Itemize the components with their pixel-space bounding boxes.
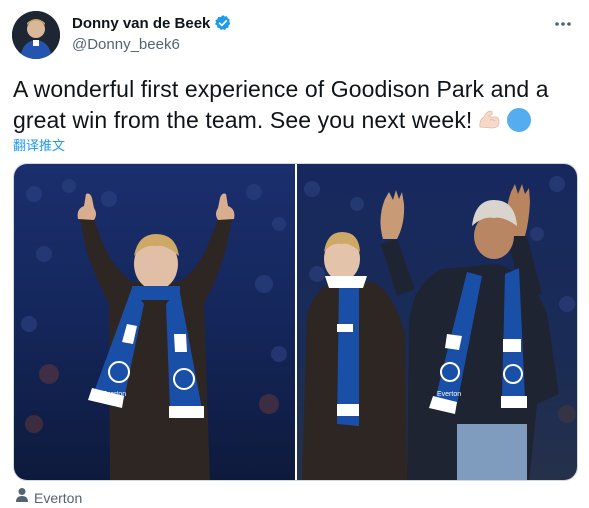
author-name-row[interactable]: Donny van de Beek [72, 14, 232, 32]
tweet-text: A wonderful first experience of Goodison… [13, 74, 573, 141]
location[interactable]: Everton [15, 487, 82, 508]
location-label[interactable]: Everton [34, 490, 82, 506]
person-icon [15, 487, 29, 508]
tweet-body: A wonderful first experience of Goodison… [13, 76, 549, 133]
avatar[interactable] [12, 11, 60, 59]
translate-link[interactable]: 翻译推文 [13, 135, 65, 154]
flexed-biceps-emoji-icon [476, 107, 502, 141]
media-grid: Everton Everton [13, 163, 578, 481]
author-display-name[interactable]: Donny van de Beek [72, 15, 210, 32]
photo-2[interactable]: Everton [296, 164, 577, 480]
photo-1[interactable]: Everton [14, 164, 295, 480]
verified-badge-icon [214, 14, 232, 32]
scarf-text-2: Everton [437, 391, 461, 398]
author-handle[interactable]: @Donny_beek6 [72, 36, 180, 53]
blue-circle-emoji-icon [506, 107, 532, 141]
scarf-text-1: Everton [102, 391, 126, 398]
more-icon[interactable] [551, 12, 575, 36]
